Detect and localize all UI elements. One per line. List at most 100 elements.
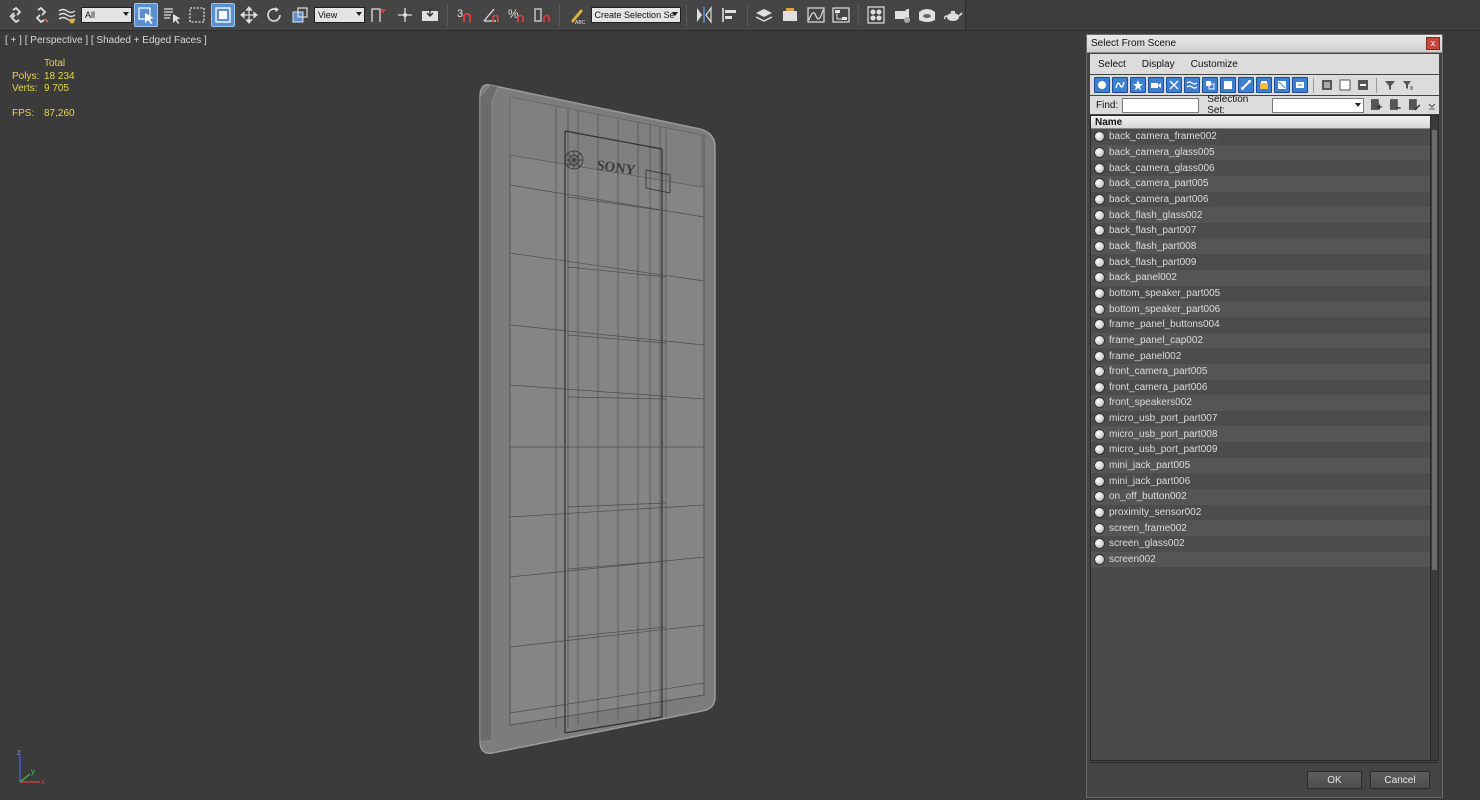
select-by-name-icon[interactable] bbox=[160, 3, 184, 27]
align-icon[interactable] bbox=[718, 3, 742, 27]
list-item[interactable]: back_flash_part008 bbox=[1091, 238, 1430, 255]
display-shapes-icon[interactable] bbox=[1112, 77, 1128, 93]
select-object-icon[interactable] bbox=[134, 3, 158, 27]
selection-set-remove-icon[interactable] bbox=[1388, 98, 1402, 112]
list-item-label: back_flash_part008 bbox=[1109, 240, 1197, 252]
snap-3d-icon[interactable]: 3 bbox=[453, 3, 477, 27]
display-bones-icon[interactable] bbox=[1238, 77, 1254, 93]
list-item[interactable]: micro_usb_port_part008 bbox=[1091, 426, 1430, 443]
display-xrefs-icon[interactable] bbox=[1220, 77, 1236, 93]
object-list-scrollbar[interactable] bbox=[1430, 116, 1438, 760]
scrollbar-thumb[interactable] bbox=[1432, 130, 1437, 570]
find-input[interactable] bbox=[1122, 97, 1200, 113]
list-item[interactable]: frame_panel002 bbox=[1091, 348, 1430, 364]
list-item[interactable]: back_flash_part009 bbox=[1091, 254, 1430, 270]
spinner-snap-icon[interactable] bbox=[530, 3, 554, 27]
move-icon[interactable] bbox=[237, 3, 261, 27]
selection-set-add-icon[interactable] bbox=[1369, 98, 1383, 112]
display-lights-icon[interactable] bbox=[1130, 77, 1146, 93]
layer-manager-icon[interactable] bbox=[753, 3, 777, 27]
display-cameras-icon[interactable] bbox=[1148, 77, 1164, 93]
rendered-frame-icon[interactable] bbox=[916, 3, 940, 27]
list-item[interactable]: proximity_sensor002 bbox=[1091, 504, 1430, 521]
pivot-icon[interactable] bbox=[367, 3, 391, 27]
display-geometry-icon[interactable] bbox=[1094, 77, 1110, 93]
list-item[interactable]: back_camera_part005 bbox=[1091, 175, 1430, 192]
edit-named-sets-icon[interactable]: ABC bbox=[565, 3, 589, 27]
scale-icon[interactable] bbox=[288, 3, 312, 27]
phone-wireframe-model[interactable]: SONY bbox=[470, 77, 730, 757]
selection-set-edit-icon[interactable] bbox=[1407, 98, 1421, 112]
rect-region-icon[interactable] bbox=[186, 3, 210, 27]
geometry-object-icon bbox=[1094, 522, 1105, 534]
display-groups-icon[interactable] bbox=[1202, 77, 1218, 93]
selection-set-label: Selection Set: bbox=[1207, 94, 1249, 116]
list-item[interactable]: back_camera_glass006 bbox=[1091, 160, 1430, 176]
select-all-icon[interactable] bbox=[1319, 77, 1335, 93]
display-frozen-icon[interactable] bbox=[1274, 77, 1290, 93]
list-item[interactable]: micro_usb_port_part009 bbox=[1091, 442, 1430, 458]
angle-snap-icon[interactable] bbox=[479, 3, 503, 27]
curve-editor-icon[interactable] bbox=[804, 3, 828, 27]
list-item[interactable]: back_flash_glass002 bbox=[1091, 207, 1430, 223]
display-containers-icon[interactable] bbox=[1256, 77, 1272, 93]
unlink-icon[interactable] bbox=[30, 3, 54, 27]
list-item[interactable]: screen_frame002 bbox=[1091, 520, 1430, 537]
material-editor-icon[interactable] bbox=[864, 3, 888, 27]
selection-filter-dropdown[interactable]: All bbox=[80, 7, 133, 23]
select-manipulate-icon[interactable] bbox=[393, 3, 417, 27]
list-item[interactable]: back_flash_part007 bbox=[1091, 222, 1430, 239]
name-column-header[interactable]: Name bbox=[1091, 116, 1430, 129]
list-item[interactable]: frame_panel_buttons004 bbox=[1091, 316, 1430, 333]
mirror-icon[interactable] bbox=[692, 3, 716, 27]
selection-set-dropdown[interactable] bbox=[1271, 97, 1365, 113]
named-selection-set-dropdown[interactable]: Create Selection Se bbox=[590, 7, 682, 23]
list-item[interactable]: back_camera_glass005 bbox=[1091, 144, 1430, 161]
ok-button[interactable]: OK bbox=[1307, 771, 1362, 789]
link-icon[interactable] bbox=[4, 3, 28, 27]
rotate-icon[interactable] bbox=[263, 3, 287, 27]
list-item[interactable]: front_camera_part005 bbox=[1091, 363, 1430, 380]
list-item[interactable]: front_camera_part006 bbox=[1091, 379, 1430, 396]
filter-icon[interactable] bbox=[1382, 77, 1398, 93]
window-crossing-icon[interactable] bbox=[211, 3, 235, 27]
list-item[interactable]: screen002 bbox=[1091, 551, 1430, 568]
keyboard-shortcut-icon[interactable] bbox=[419, 3, 443, 27]
scene-explorer-icon[interactable] bbox=[778, 3, 802, 27]
render-setup-icon[interactable] bbox=[890, 3, 914, 27]
list-item[interactable]: mini_jack_part005 bbox=[1091, 457, 1430, 474]
close-icon[interactable]: x bbox=[1426, 37, 1440, 50]
dialog-title-bar[interactable]: Select From Scene x bbox=[1087, 35, 1442, 53]
list-item[interactable]: back_panel002 bbox=[1091, 269, 1430, 286]
list-item[interactable]: screen_glass002 bbox=[1091, 536, 1430, 552]
reference-coordinate-dropdown[interactable]: View bbox=[313, 7, 366, 23]
list-item[interactable]: frame_panel_cap002 bbox=[1091, 332, 1430, 349]
list-item[interactable]: bottom_speaker_part005 bbox=[1091, 285, 1430, 302]
list-item[interactable]: front_speakers002 bbox=[1091, 395, 1430, 411]
perspective-viewport[interactable]: [ + ] [ Perspective ] [ Shaded + Edged F… bbox=[0, 32, 1085, 800]
geometry-object-icon bbox=[1094, 397, 1105, 409]
display-spacewarps-icon[interactable] bbox=[1184, 77, 1200, 93]
menu-customize[interactable]: Customize bbox=[1183, 59, 1246, 70]
viewport-label[interactable]: [ + ] [ Perspective ] [ Shaded + Edged F… bbox=[5, 35, 207, 46]
verts-value: 9 705 bbox=[44, 83, 70, 94]
list-item[interactable]: back_camera_frame002 bbox=[1091, 129, 1430, 145]
list-item[interactable]: mini_jack_part006 bbox=[1091, 473, 1430, 490]
bind-spacewarp-icon[interactable] bbox=[55, 3, 79, 27]
menu-select[interactable]: Select bbox=[1090, 59, 1134, 70]
display-helpers-icon[interactable] bbox=[1166, 77, 1182, 93]
expand-panel-icon[interactable] bbox=[1425, 98, 1439, 112]
list-item[interactable]: back_camera_part006 bbox=[1091, 191, 1430, 208]
list-item[interactable]: bottom_speaker_part006 bbox=[1091, 301, 1430, 317]
filter-settings-icon[interactable] bbox=[1400, 77, 1416, 93]
display-hidden-icon[interactable] bbox=[1292, 77, 1308, 93]
cancel-button[interactable]: Cancel bbox=[1370, 771, 1430, 789]
select-invert-icon[interactable] bbox=[1355, 77, 1371, 93]
percent-snap-icon[interactable]: % bbox=[505, 3, 529, 27]
render-teapot-icon[interactable] bbox=[941, 3, 965, 27]
menu-display[interactable]: Display bbox=[1134, 59, 1183, 70]
schematic-view-icon[interactable] bbox=[830, 3, 854, 27]
list-item[interactable]: on_off_button002 bbox=[1091, 489, 1430, 505]
select-none-icon[interactable] bbox=[1337, 77, 1353, 93]
list-item[interactable]: micro_usb_port_part007 bbox=[1091, 410, 1430, 427]
